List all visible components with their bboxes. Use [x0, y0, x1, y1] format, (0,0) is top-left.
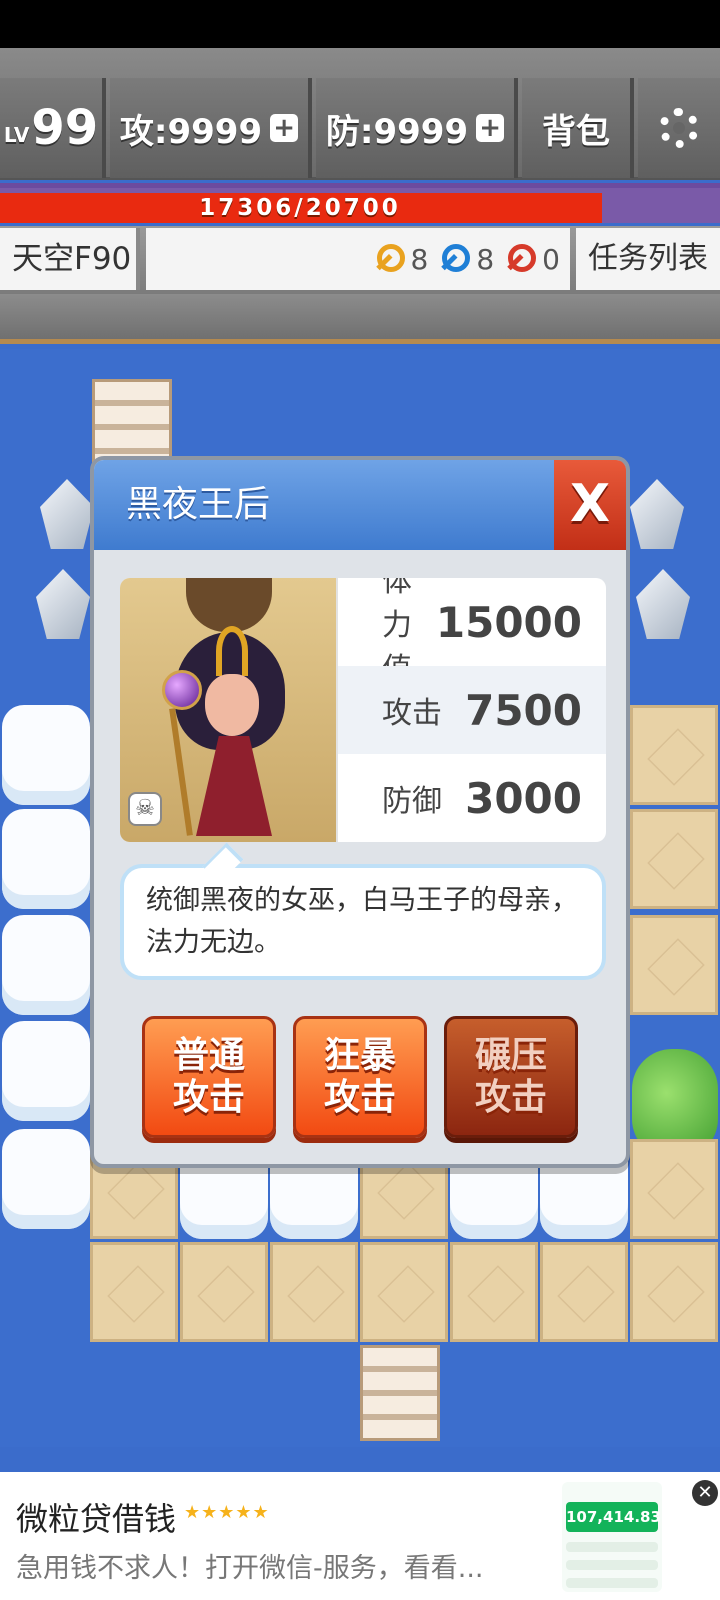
button-label-line2: 攻击	[172, 1077, 245, 1118]
ad-banner[interactable]: 微粒贷借钱 ★★★★★ 急用钱不求人！打开微信-服务，看看... 107,414…	[0, 1472, 720, 1600]
button-label-line2: 攻击	[323, 1077, 396, 1118]
defense-value: 防:9999	[325, 111, 469, 152]
info-row: 天空F90 8 8 0 任务列表	[0, 226, 720, 294]
floor-tile	[540, 1242, 628, 1342]
yellow-key-icon	[375, 244, 405, 274]
defense-stat: 防:9999 +	[316, 78, 518, 178]
button-label-line1: 普通	[172, 1035, 245, 1076]
monster-info-dialog: 黑夜王后 X ☠ 体力值 15000 攻击 7500 防御 3000 统御黑夜的…	[90, 456, 630, 1168]
ad-preview-line	[566, 1542, 658, 1552]
floor-tile	[90, 1242, 178, 1342]
close-button[interactable]: X	[554, 460, 626, 550]
floor-tile	[270, 1242, 358, 1342]
red-key-count: 0	[542, 242, 560, 276]
stat-row-hp: 体力值 15000	[338, 578, 606, 687]
ad-title: 微粒贷借钱	[16, 1500, 177, 1538]
blue-key-icon	[440, 244, 471, 274]
queen-face	[205, 674, 259, 736]
hp-text: 17306/20700	[199, 195, 401, 221]
cloud-tile	[2, 1129, 90, 1229]
stat-value: 7500	[465, 685, 582, 735]
floor-tile	[630, 809, 718, 909]
key-inventory: 8 8 0	[146, 228, 570, 290]
level-prefix: LV	[3, 123, 30, 147]
ad-close-button[interactable]: ✕	[692, 1480, 718, 1506]
button-label-line2: 攻击	[474, 1077, 547, 1118]
hud-bottom-band	[0, 294, 720, 344]
floor-tile	[360, 1242, 448, 1342]
level-value: 99	[31, 100, 99, 156]
task-list-button[interactable]: 任务列表	[576, 228, 720, 290]
button-label-line1: 碾压	[474, 1035, 547, 1076]
ad-subtitle: 急用钱不求人！打开微信-服务，看看...	[16, 1553, 484, 1584]
ad-rating-stars: ★★★★★	[184, 1502, 270, 1523]
monster-stats-card: ☠ 体力值 15000 攻击 7500 防御 3000	[120, 578, 606, 842]
blue-key-count: 8	[476, 242, 495, 276]
cloud-tile	[2, 1021, 90, 1121]
magic-orb-icon	[162, 670, 202, 710]
crystal-wall	[40, 479, 94, 549]
floor-tile	[630, 1139, 718, 1239]
attack-plus-button[interactable]: +	[270, 114, 299, 142]
stat-row-attack: 攻击 7500	[338, 666, 606, 754]
crystal-wall	[630, 479, 684, 549]
defense-plus-button[interactable]: +	[476, 114, 505, 142]
level-display: LV 99	[0, 78, 106, 178]
floor-tile	[180, 1242, 268, 1342]
stat-row-defense: 防御 3000	[338, 754, 606, 842]
stat-label: 防御	[382, 784, 442, 819]
crush-attack-button[interactable]: 碾压 攻击	[444, 1016, 578, 1138]
queen-body	[196, 736, 272, 836]
ad-preview-line	[566, 1578, 658, 1588]
ad-preview-amount: 107,414.83	[566, 1502, 661, 1532]
gear-icon	[659, 108, 699, 148]
crystal-wall	[636, 569, 690, 639]
queen-crown	[216, 626, 248, 676]
button-label-line1: 狂暴	[323, 1035, 396, 1076]
normal-attack-button[interactable]: 普通 攻击	[142, 1016, 276, 1138]
berserk-attack-button[interactable]: 狂暴 攻击	[293, 1016, 427, 1138]
stairs-down[interactable]	[360, 1345, 440, 1441]
stat-value: 15000	[435, 597, 582, 647]
dialog-title: 黑夜王后	[126, 484, 271, 525]
stat-value: 3000	[465, 773, 582, 823]
dialog-header: 黑夜王后 X	[94, 460, 626, 550]
attack-value: 攻:9999	[119, 111, 263, 152]
hp-bar: 17306/20700	[0, 183, 720, 223]
attack-stat: 攻:9999 +	[110, 78, 312, 178]
monster-description: 统御黑夜的女巫，白马王子的母亲，法力无边。	[120, 864, 606, 980]
cloud-tile	[2, 915, 90, 1015]
red-key: 0	[506, 243, 560, 276]
floor-tile	[630, 915, 718, 1015]
floor-tile	[450, 1242, 538, 1342]
floor-label: 天空F90	[0, 228, 140, 290]
system-status-bar	[0, 0, 720, 48]
yellow-key: 8	[375, 242, 429, 276]
blue-key: 8	[440, 243, 494, 276]
top-hud: LV 99 攻:9999 + 防:9999 + 背包	[0, 48, 720, 180]
settings-button[interactable]	[638, 78, 720, 178]
cloud-tile	[2, 809, 90, 909]
cloud-tile	[2, 705, 90, 805]
floor-tile	[630, 705, 718, 805]
ad-preview-line	[566, 1560, 658, 1570]
bag-label: 背包	[542, 111, 610, 152]
floor-tile	[630, 1242, 718, 1342]
skull-icon: ☠	[128, 792, 162, 826]
bag-button[interactable]: 背包	[522, 78, 634, 178]
crystal-wall	[36, 569, 90, 639]
monster-portrait: ☠	[120, 578, 338, 842]
red-key-icon	[506, 244, 537, 274]
yellow-key-count: 8	[410, 242, 429, 276]
stat-label: 攻击	[382, 696, 442, 731]
ad-preview-image: 107,414.83	[562, 1482, 662, 1592]
portrait-background-door	[186, 578, 272, 632]
